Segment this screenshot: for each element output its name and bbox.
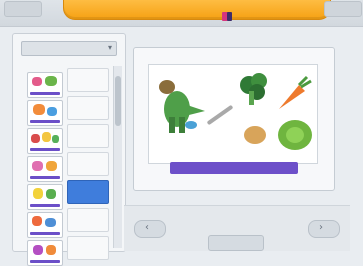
arrow-left-icon: ‹ [145, 222, 149, 233]
category-dropdown[interactable]: ▾ [21, 41, 117, 56]
sticker-sidebar: ▾ [12, 33, 126, 266]
category-item[interactable] [67, 96, 109, 120]
thumbnail-item[interactable] [27, 100, 63, 126]
thumbnail-item[interactable] [27, 72, 63, 98]
bottom-controls: ‹ › [124, 205, 350, 251]
progress-strip [170, 162, 298, 174]
dinosaur-sticker[interactable] [159, 80, 205, 133]
broccoli-sticker[interactable] [240, 73, 267, 105]
thumbnail-item[interactable] [27, 156, 63, 182]
title-banner [63, 0, 331, 20]
sticker-canvas[interactable] [148, 64, 318, 164]
category-item-selected[interactable] [67, 180, 109, 204]
page-indicator [227, 12, 232, 21]
close-tab[interactable] [324, 1, 362, 17]
thumbnail-item[interactable] [27, 128, 63, 154]
next-button[interactable]: › [308, 220, 340, 238]
paintbrush-sticker[interactable] [207, 105, 234, 125]
sidebar-scrollbar[interactable] [113, 66, 122, 248]
category-item[interactable] [67, 68, 109, 92]
chevron-down-icon: ▾ [107, 43, 112, 52]
thumbnail-item[interactable] [27, 240, 63, 266]
thumbnail-item[interactable] [27, 212, 63, 238]
category-item[interactable] [67, 124, 109, 148]
lettuce-sticker[interactable] [278, 120, 312, 150]
carrot-sticker[interactable] [279, 75, 312, 109]
menu-tab[interactable] [4, 1, 42, 17]
thumbnail-item[interactable] [27, 184, 63, 210]
category-item[interactable] [67, 208, 109, 232]
category-item[interactable] [67, 152, 109, 176]
scrollbar-thumb[interactable] [115, 76, 121, 126]
prev-button[interactable]: ‹ [134, 220, 166, 238]
scene-illustration [159, 73, 312, 150]
category-item[interactable] [67, 236, 109, 260]
arrow-right-icon: › [319, 222, 323, 233]
preview-panel [133, 47, 335, 191]
confirm-button[interactable] [208, 235, 264, 251]
bread-sticker[interactable] [244, 126, 266, 144]
